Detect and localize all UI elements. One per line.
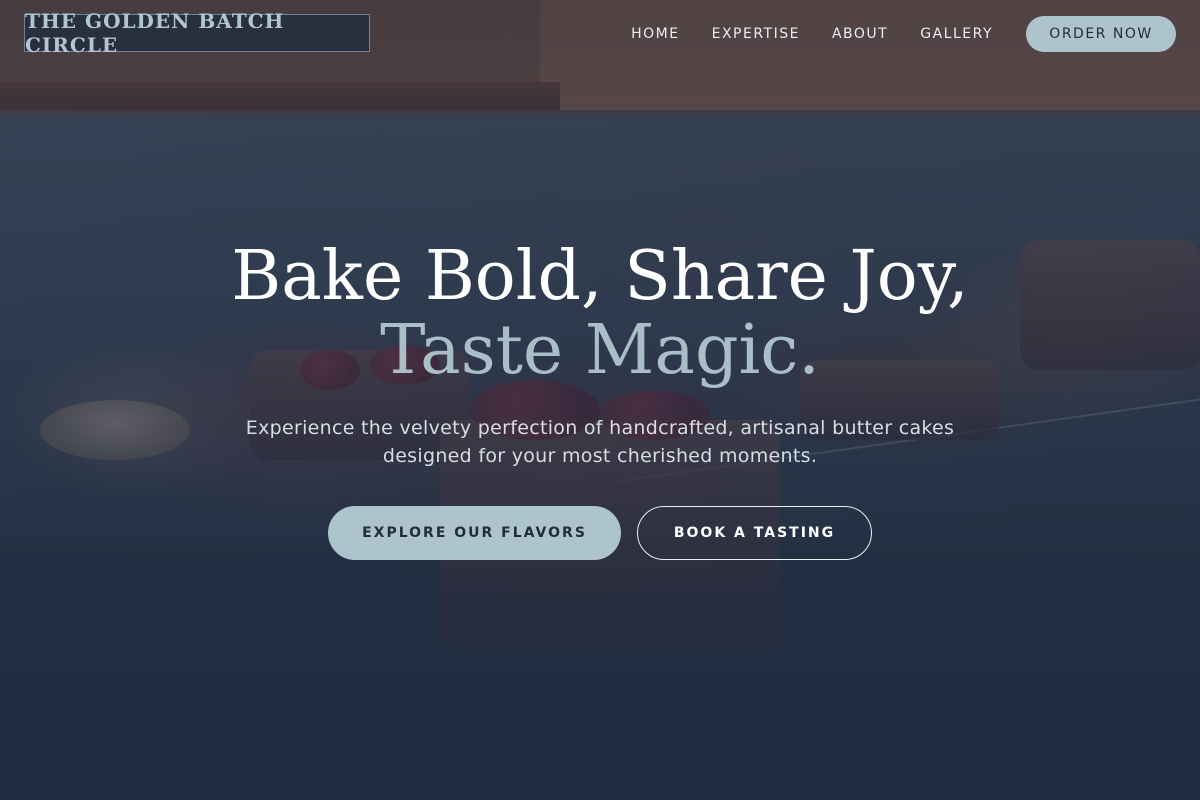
main-navigation: HOME EXPERTISE ABOUT GALLERY ORDER NOW <box>631 16 1176 52</box>
nav-link-expertise[interactable]: EXPERTISE <box>712 26 800 42</box>
nav-link-home[interactable]: HOME <box>631 26 679 42</box>
explore-flavors-button[interactable]: EXPLORE OUR FLAVORS <box>328 506 621 560</box>
order-now-button[interactable]: ORDER NOW <box>1026 16 1176 52</box>
nav-link-gallery[interactable]: GALLERY <box>920 26 993 42</box>
hero-actions: EXPLORE OUR FLAVORS BOOK A TASTING <box>0 506 1200 560</box>
hero-headline: Bake Bold, Share Joy, Taste Magic. <box>170 240 1030 388</box>
headline-accent-text: Taste Magic. <box>380 311 820 390</box>
hero-subtitle: Experience the velvety perfection of han… <box>245 417 955 467</box>
hero-section: Bake Bold, Share Joy, Taste Magic. Exper… <box>0 240 1200 560</box>
headline-main-text: Bake Bold, Share Joy, <box>231 237 969 316</box>
book-tasting-button[interactable]: BOOK A TASTING <box>637 506 872 560</box>
nav-link-about[interactable]: ABOUT <box>832 26 888 42</box>
brand-logo[interactable]: THE GOLDEN BATCH CIRCLE <box>24 9 370 57</box>
